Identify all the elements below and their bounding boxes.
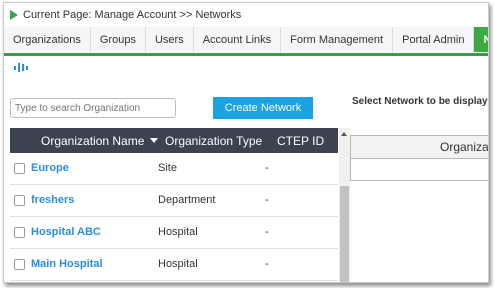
column-header-organization-type[interactable]: Organization Type — [165, 128, 262, 153]
network-panel-header: Organizat — [351, 136, 489, 159]
tab-form-management[interactable]: Form Management — [281, 27, 394, 52]
row-checkbox[interactable] — [14, 227, 25, 238]
table-row: Hospital ABC Hospital - — [10, 217, 338, 249]
organization-type: Hospital — [158, 258, 198, 270]
organization-name-link[interactable]: Hospital ABC — [31, 226, 101, 238]
ctep-id: - — [265, 162, 269, 174]
table-row: freshers Department - — [10, 185, 338, 217]
create-network-button[interactable]: Create Network — [213, 97, 313, 119]
column-header-label: Organization Type — [165, 133, 263, 148]
ctep-id: - — [265, 226, 269, 238]
row-checkbox[interactable] — [14, 163, 25, 174]
column-header-organization-name[interactable]: Organization Name — [41, 128, 159, 153]
column-header-label: Organization Name — [41, 133, 145, 148]
search-input[interactable] — [10, 98, 176, 118]
row-checkbox[interactable] — [14, 259, 25, 270]
table-row: Main Hospital Hospital - — [10, 249, 338, 281]
row-checkbox[interactable] — [14, 195, 25, 206]
tab-bar: Organizations Groups Users Account Links… — [4, 27, 488, 56]
breadcrumb-text: Current Page: Manage Account >> Networks — [23, 9, 242, 21]
ctep-id: - — [265, 258, 269, 270]
organization-table-body: Europe Site - freshers Department - Hosp… — [10, 153, 338, 281]
scrollbar-thumb[interactable] — [340, 186, 349, 282]
tab-groups[interactable]: Groups — [90, 27, 146, 52]
column-header-label: CTEP ID — [277, 133, 325, 148]
breadcrumb: Current Page: Manage Account >> Networks — [10, 8, 241, 22]
network-panel-header-text: Organizat — [440, 140, 489, 154]
organization-type: Department — [158, 194, 216, 206]
tab-portal-admin[interactable]: Portal Admin — [393, 27, 475, 52]
organization-type: Hospital — [158, 226, 198, 238]
table-scrollbar[interactable] — [339, 128, 350, 282]
column-header-ctep-id[interactable]: CTEP ID — [277, 128, 324, 153]
bars-icon[interactable] — [14, 63, 28, 72]
table-row: Europe Site - — [10, 153, 338, 185]
select-network-label: Select Network to be displayed — [352, 96, 489, 107]
tab-users[interactable]: Users — [145, 27, 194, 52]
table-header: Organization Name Organization Type CTEP… — [10, 128, 338, 153]
sort-down-icon — [150, 138, 159, 143]
network-panel: Organizat — [350, 135, 489, 181]
play-icon — [10, 10, 18, 20]
app-window: Current Page: Manage Account >> Networks… — [3, 2, 489, 283]
organization-type: Site — [158, 162, 177, 174]
organization-name-link[interactable]: freshers — [31, 194, 74, 206]
organization-name-link[interactable]: Europe — [31, 162, 69, 174]
tab-organizations[interactable]: Organizations — [4, 27, 91, 52]
ctep-id: - — [265, 194, 269, 206]
tab-account-links[interactable]: Account Links — [193, 27, 282, 52]
organization-name-link[interactable]: Main Hospital — [31, 258, 103, 270]
scroll-up-icon[interactable] — [341, 132, 347, 136]
tab-networks[interactable]: Networks — [474, 27, 488, 52]
